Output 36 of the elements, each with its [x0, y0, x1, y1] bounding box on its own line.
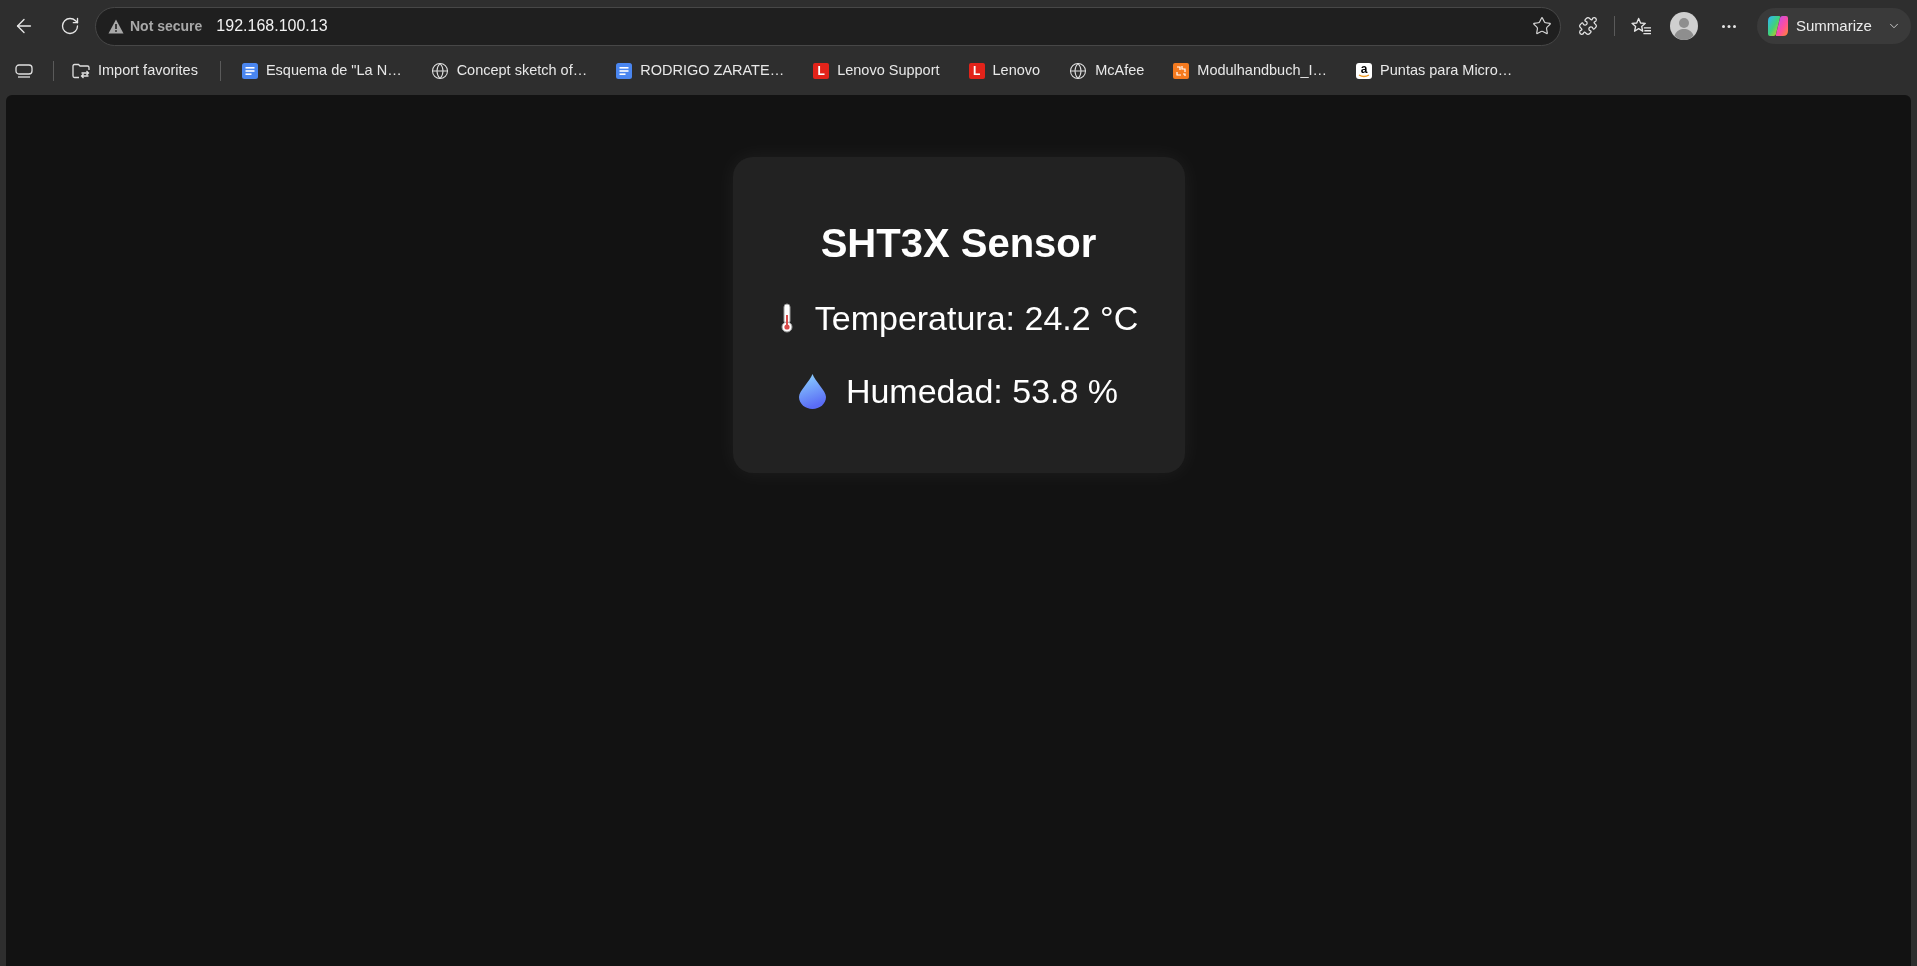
bookmark-item[interactable]: L Lenovo Support: [805, 56, 948, 86]
favorite-star-icon[interactable]: [1532, 16, 1552, 36]
avatar-icon: [1670, 12, 1698, 40]
sparkle-logo-icon: [1767, 15, 1789, 37]
document-icon: [241, 63, 258, 79]
warning-icon: [108, 18, 124, 34]
bookmark-item[interactable]: Import favorites: [64, 56, 206, 86]
globe-icon: [1069, 62, 1088, 80]
stacked-tabs-icon: [15, 64, 33, 78]
globe-icon: [430, 62, 449, 80]
summarize-button[interactable]: Summarize: [1757, 8, 1911, 44]
more-icon: [1722, 24, 1736, 28]
bookmark-item[interactable]: McAfee: [1061, 56, 1153, 86]
card-title: SHT3X Sensor: [820, 220, 1097, 266]
folder-arrows-icon: [72, 63, 90, 79]
star-list-icon: [1630, 16, 1652, 36]
thermometer-icon: [778, 303, 795, 333]
refresh-icon: [60, 16, 80, 36]
bookmark-item[interactable]: L Lenovo: [960, 56, 1049, 86]
humidity-reading: Humedad: 53.8 %: [845, 371, 1119, 411]
bookmark-item[interactable]: a Puntas para Micro…: [1348, 56, 1521, 86]
puzzle-icon: [1578, 16, 1598, 36]
letter-tile-icon: L: [968, 63, 985, 79]
bookmark-item[interactable]: RODRIGO ZARATE…: [608, 56, 793, 86]
droplet-icon: [798, 373, 826, 409]
bookmark-item[interactable]: Esquema de "La N…: [233, 56, 410, 86]
bookmark-item[interactable]: Concept sketch of…: [422, 56, 596, 86]
temperature-reading: Temperatura: 24.2 °C: [814, 298, 1139, 338]
letter-with-smile-icon: a: [1356, 63, 1373, 79]
address-bar[interactable]: Not secure 192.168.100.13: [95, 6, 1561, 46]
bookmark-item[interactable]: Modulhandbuch_I…: [1165, 56, 1336, 86]
pattern-tile-icon: [1173, 63, 1190, 79]
security-label[interactable]: Not secure: [130, 15, 203, 37]
url-text[interactable]: 192.168.100.13: [216, 14, 328, 38]
letter-tile-icon: L: [813, 63, 830, 79]
document-icon: [616, 63, 633, 79]
